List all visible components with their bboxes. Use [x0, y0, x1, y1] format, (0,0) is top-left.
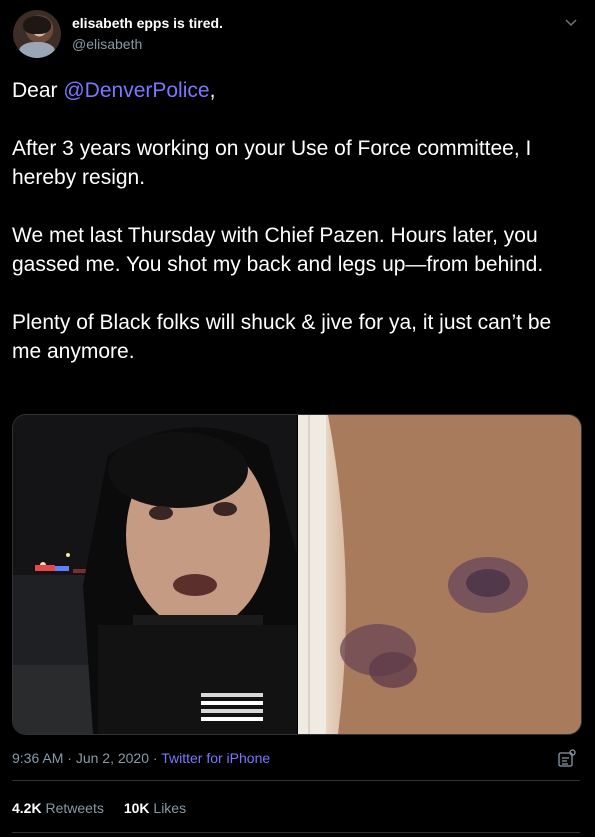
chevron-down-icon[interactable]: [564, 16, 578, 30]
tweet-stats: 4.2K Retweets 10K Likes: [12, 800, 186, 816]
author-display-name[interactable]: elisabeth epps is tired.: [72, 15, 223, 31]
author-handle[interactable]: @elisabeth: [72, 36, 142, 52]
media-photo-portrait[interactable]: [13, 415, 297, 734]
tweet-text: Dear @DenverPolice, After 3 years workin…: [12, 76, 584, 366]
bruise-photo-illustration: [298, 415, 581, 734]
divider-bottom: [12, 832, 580, 833]
tweet-greeting-suffix: ,: [209, 79, 216, 102]
tweet-date[interactable]: Jun 2, 2020: [76, 750, 149, 766]
media-photo-bruise[interactable]: [298, 415, 581, 734]
avatar-shirt: [19, 42, 55, 58]
retweets-count: 4.2K: [12, 800, 42, 816]
tweet-greeting-prefix: Dear: [12, 79, 64, 102]
tweet-body: After 3 years working on your Use of For…: [12, 137, 552, 363]
likes-label: Likes: [153, 800, 187, 816]
portrait-photo-illustration: [13, 415, 297, 734]
meta-separator: ·: [63, 750, 76, 766]
likes-count: 10K: [123, 800, 150, 816]
mention-link[interactable]: @DenverPolice: [63, 79, 209, 102]
avatar-hair: [23, 16, 51, 34]
likes-stat[interactable]: 10K Likes: [124, 800, 186, 816]
tweet-activity-icon[interactable]: [557, 748, 577, 768]
tweet-meta: 9:36 AM · Jun 2, 2020 · Twitter for iPho…: [12, 750, 270, 766]
tweet-time[interactable]: 9:36 AM: [12, 750, 63, 766]
divider-top: [12, 780, 580, 781]
retweets-stat[interactable]: 4.2K Retweets: [12, 800, 104, 816]
retweets-label: Retweets: [45, 800, 104, 816]
author-avatar[interactable]: [13, 10, 61, 58]
tweet-source[interactable]: Twitter for iPhone: [161, 750, 270, 766]
meta-separator-2: ·: [149, 750, 162, 766]
tweet-media[interactable]: [12, 414, 582, 735]
